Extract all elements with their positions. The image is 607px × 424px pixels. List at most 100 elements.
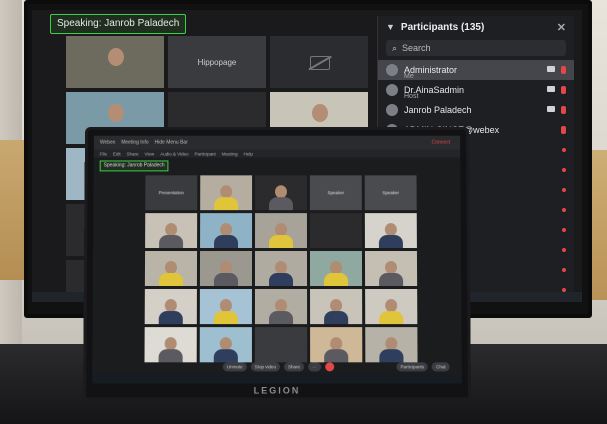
video-tile[interactable] [66, 36, 164, 88]
video-tile[interactable] [199, 251, 253, 287]
participant-row[interactable]: Janrob Paladech [378, 100, 574, 120]
unmute-button[interactable]: Unmute [222, 362, 247, 372]
chat-button[interactable]: Chat [432, 362, 450, 372]
muted-mic-icon [562, 208, 566, 212]
video-tile[interactable] [309, 251, 363, 287]
participant-body [268, 311, 294, 325]
video-tile[interactable]: Presentation [145, 175, 198, 211]
video-tile[interactable] [310, 289, 363, 325]
participant-body [324, 349, 349, 363]
video-tile[interactable] [309, 213, 362, 249]
video-tile[interactable] [200, 175, 253, 211]
video-tile[interactable]: Speaker [364, 175, 417, 211]
menu-item[interactable]: Help [244, 151, 253, 156]
muted-mic-icon [562, 228, 566, 232]
participant-body [378, 235, 403, 249]
participant-body [213, 272, 238, 287]
participants-button[interactable]: Participants [396, 362, 429, 372]
video-tile[interactable] [365, 327, 418, 363]
menu-item[interactable]: Share [127, 151, 139, 156]
laptop: Webex Meeting Info Hide Menu Bar Connect… [82, 126, 472, 401]
share-button[interactable]: Share [284, 362, 305, 372]
search-placeholder: Search [402, 43, 431, 53]
participant-body [379, 349, 404, 363]
participant-face [312, 104, 328, 122]
video-tile[interactable] [254, 251, 308, 287]
title-item[interactable]: Webex [100, 140, 115, 146]
participant-status-icons [562, 148, 566, 152]
meeting-controls: Unmute Stop video Share ··· [222, 362, 334, 372]
menu-item[interactable]: Meeting [222, 151, 238, 156]
video-tile[interactable] [199, 327, 252, 363]
muted-mic-icon [562, 148, 566, 152]
video-tile[interactable] [364, 213, 417, 249]
participant-status-icons [547, 86, 566, 94]
side-controls: Participants Chat [396, 362, 450, 372]
video-tile[interactable]: Speaker [309, 175, 362, 211]
participant-role: Me [404, 73, 414, 80]
active-speaker-label: Speaking: Janrob Paladech [50, 14, 187, 34]
participant-status-icons [562, 268, 566, 272]
more-button[interactable]: ··· [308, 362, 321, 372]
title-item[interactable]: Meeting Info [121, 140, 148, 146]
participant-body [159, 235, 184, 249]
participant-status-icons [562, 188, 566, 192]
video-tile[interactable] [199, 289, 252, 325]
muted-mic-icon [561, 66, 566, 74]
end-call-button[interactable] [324, 362, 334, 372]
participant-status-icons [562, 248, 566, 252]
video-tile[interactable] [145, 213, 198, 249]
participants-header: ▼ Participants (135) ✕ [378, 16, 574, 38]
participant-row[interactable]: Dr.AinaSadmin Host [378, 80, 574, 100]
title-item[interactable]: Hide Menu Bar [155, 140, 188, 146]
participant-row[interactable]: Administrator Me [378, 60, 574, 80]
menu-item[interactable]: View [145, 151, 155, 156]
video-tile[interactable] [254, 289, 308, 325]
participant-body [214, 235, 239, 249]
laptop-brand-logo: LEGION [253, 385, 301, 396]
tile-name: Speaker [382, 190, 400, 196]
participants-title: Participants (135) [400, 21, 485, 33]
participant-body [269, 197, 293, 211]
tile-name: Speaker [327, 190, 345, 196]
video-tile[interactable] [255, 175, 307, 211]
participant-body [324, 272, 349, 287]
chevron-down-icon[interactable]: ▼ [386, 22, 395, 32]
video-tile[interactable] [270, 36, 368, 88]
muted-mic-icon [562, 188, 566, 192]
participant-body [213, 311, 238, 325]
menu-item[interactable]: Participant [195, 151, 216, 156]
search-icon: ⌕ [392, 42, 398, 53]
video-tile[interactable] [310, 327, 363, 363]
participant-body [379, 311, 404, 325]
video-tile[interactable] [254, 327, 308, 363]
menu-item[interactable]: Edit [113, 151, 121, 156]
participant-body [269, 235, 293, 249]
menu-item[interactable]: File [100, 151, 107, 156]
video-tile[interactable] [255, 213, 307, 249]
participant-status-icons [547, 106, 566, 114]
participants-search[interactable]: ⌕ Search [386, 40, 566, 56]
participant-status-icons [561, 126, 566, 134]
muted-mic-icon [562, 268, 566, 272]
stop-video-button[interactable]: Stop video [250, 362, 281, 372]
video-tile[interactable]: Hippopage [168, 36, 266, 88]
video-tile[interactable] [144, 289, 197, 325]
video-tile[interactable] [364, 251, 418, 287]
menu-item[interactable]: Audio & Video [160, 151, 188, 156]
muted-mic-icon [561, 86, 566, 94]
avatar [386, 84, 398, 96]
participant-role: Host [404, 93, 419, 100]
video-tile[interactable] [365, 289, 418, 325]
video-tile[interactable] [144, 327, 197, 363]
laptop-screen: Webex Meeting Info Hide Menu Bar Connect… [92, 135, 462, 384]
muted-mic-icon [561, 126, 566, 134]
video-icon [547, 66, 555, 72]
close-icon[interactable]: ✕ [557, 21, 566, 34]
camera-off-icon [310, 56, 330, 70]
video-tile[interactable] [200, 213, 253, 249]
participant-body [268, 272, 294, 287]
laptop-title-bar: Webex Meeting Info Hide Menu Bar Connect [93, 135, 462, 150]
video-tile[interactable] [144, 251, 198, 287]
participant-body [213, 349, 238, 363]
